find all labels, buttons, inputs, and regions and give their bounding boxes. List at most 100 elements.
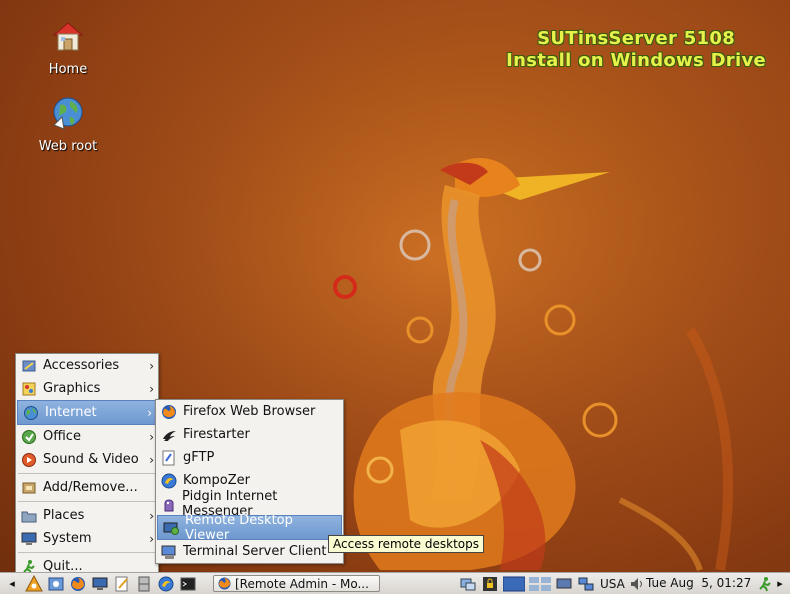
firestarter-icon xyxy=(160,426,178,444)
accessories-icon xyxy=(20,357,38,375)
chevron-left-icon: ◂ xyxy=(9,577,15,590)
menu-item-label: Firestarter xyxy=(183,427,250,442)
kompozer-icon xyxy=(158,576,174,591)
firefox-icon xyxy=(160,403,178,421)
launch-firefox-button[interactable] xyxy=(68,574,88,593)
desktop-icon-label: Web root xyxy=(38,139,98,154)
menu-item-gftp[interactable]: gFTP xyxy=(156,446,343,469)
workspace-icon xyxy=(503,576,525,591)
display-icon xyxy=(556,578,572,588)
menu-item-label: gFTP xyxy=(183,450,215,465)
taskbar-window-button[interactable]: [Remote Admin - Mo... xyxy=(213,575,380,592)
wallpaper-title: SUTinsServer 5108 Install on Windows Dri… xyxy=(506,28,766,72)
chevron-right-icon: › xyxy=(149,429,154,444)
chevron-right-icon: › xyxy=(149,381,154,396)
show-desktop-button[interactable] xyxy=(46,574,66,593)
menu-item-firestarter[interactable]: Firestarter xyxy=(156,423,343,446)
volume-icon xyxy=(630,577,642,590)
tray-display-button[interactable] xyxy=(554,574,574,593)
menu-item-system[interactable]: System › xyxy=(16,527,158,550)
graphics-icon xyxy=(20,380,38,398)
chevron-right-icon: › xyxy=(149,508,154,523)
start-menu-button[interactable] xyxy=(24,574,44,593)
menu-item-label: Remote Desktop Viewer xyxy=(184,512,293,543)
terminal-server-icon xyxy=(160,543,178,561)
launch-text-editor-button[interactable] xyxy=(112,574,132,593)
menu-item-firefox[interactable]: Firefox Web Browser xyxy=(156,400,343,423)
desktop-icon-web-root[interactable]: Web root xyxy=(28,95,108,154)
menu-item-sound-video[interactable]: Sound & Video › xyxy=(16,448,158,471)
menu-item-label: KompoZer xyxy=(183,473,250,488)
tooltip: Access remote desktops xyxy=(328,535,484,553)
folder-icon xyxy=(20,507,38,525)
menu-separator xyxy=(18,552,156,553)
globe-icon xyxy=(22,404,40,422)
menu-item-internet[interactable]: Internet › xyxy=(17,400,157,425)
quit-icon xyxy=(759,576,771,591)
chevron-right-icon: › xyxy=(149,358,154,373)
chevron-right-icon: › xyxy=(149,452,154,467)
remote-desktop-icon xyxy=(162,519,180,537)
terminal-icon xyxy=(180,577,196,590)
menu-item-label: Terminal Server Client xyxy=(183,544,327,559)
firefox-icon xyxy=(218,577,231,590)
text-editor-icon xyxy=(115,576,128,591)
taskbar: ◂ [Remote Admin - Mo... USA Tue Aug 5, 0… xyxy=(0,572,790,594)
menu-item-label: System xyxy=(43,531,92,546)
menu-item-label: Firefox Web Browser xyxy=(183,404,316,419)
desktop-icon-label: Home xyxy=(48,62,88,77)
tray-volume-button[interactable] xyxy=(627,574,647,593)
firefox-icon xyxy=(71,576,85,591)
main-menu: Accessories › Graphics › Internet › Offi… xyxy=(15,353,159,574)
tray-workspace-1[interactable] xyxy=(502,574,526,593)
tray-lock-button[interactable] xyxy=(480,574,500,593)
office-icon xyxy=(20,428,38,446)
start-menu-icon xyxy=(25,574,43,591)
quit-button[interactable] xyxy=(755,574,775,593)
network-connections-icon xyxy=(578,577,594,590)
menu-item-label: Accessories xyxy=(43,358,120,373)
chevron-right-icon: › xyxy=(149,531,154,546)
menu-item-label: Places xyxy=(43,508,85,523)
keyboard-layout-indicator[interactable]: USA xyxy=(600,577,625,591)
menu-item-accessories[interactable]: Accessories › xyxy=(16,354,158,377)
computer-icon xyxy=(20,530,38,548)
tray-network-connections-button[interactable] xyxy=(576,574,596,593)
sound-video-icon xyxy=(20,451,38,469)
menu-item-remote-desktop-viewer[interactable]: Remote Desktop Viewer xyxy=(157,512,342,543)
taskbar-scroll-right[interactable]: ▸ xyxy=(773,574,787,593)
menu-item-label: Internet xyxy=(45,405,97,420)
monitor-icon xyxy=(92,577,108,590)
add-remove-icon xyxy=(20,479,38,497)
menu-item-office[interactable]: Office › xyxy=(16,425,158,448)
tray-network-button[interactable] xyxy=(458,574,478,593)
desktop-icon-home[interactable]: Home xyxy=(28,18,108,77)
wallpaper-title-line1: SUTinsServer 5108 xyxy=(537,28,736,49)
menu-item-terminal-server-client[interactable]: Terminal Server Client xyxy=(156,540,343,563)
menu-item-places[interactable]: Places › xyxy=(16,504,158,527)
launch-file-manager-button[interactable] xyxy=(134,574,154,593)
menu-separator xyxy=(18,501,156,502)
menu-item-add-remove[interactable]: Add/Remove... xyxy=(16,476,158,499)
launch-kompozer-button[interactable] xyxy=(156,574,176,593)
file-cabinet-icon xyxy=(138,576,150,591)
menu-item-label: Add/Remove... xyxy=(43,480,138,495)
workspace-icon xyxy=(529,576,551,591)
menu-item-label: Graphics xyxy=(43,381,101,396)
globe-icon xyxy=(53,97,83,130)
clock[interactable]: Tue Aug 5, 01:27 xyxy=(646,576,751,590)
launch-remote-desktop-button[interactable] xyxy=(90,574,110,593)
kompozer-icon xyxy=(160,472,178,490)
wallpaper-title-line2: Install on Windows Drive xyxy=(506,50,766,71)
tray-workspace-2[interactable] xyxy=(528,574,552,593)
menu-separator xyxy=(18,473,156,474)
launch-terminal-button[interactable] xyxy=(178,574,198,593)
taskbar-scroll-left[interactable]: ◂ xyxy=(2,574,22,593)
internet-submenu: Firefox Web Browser Firestarter gFTP Kom… xyxy=(155,399,344,564)
taskbar-window-title: [Remote Admin - Mo... xyxy=(235,576,369,591)
chevron-right-icon: › xyxy=(147,405,152,420)
menu-item-label: Office xyxy=(43,429,81,444)
home-icon xyxy=(52,22,84,51)
menu-item-graphics[interactable]: Graphics › xyxy=(16,377,158,400)
gftp-icon xyxy=(160,449,178,467)
